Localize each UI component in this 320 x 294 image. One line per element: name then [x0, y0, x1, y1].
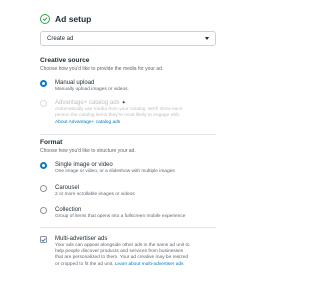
about-advantage-catalog-link[interactable]: About Advantage+ catalog ads: [55, 119, 182, 126]
option-collection[interactable]: Collection Group of items that opens int…: [40, 206, 185, 220]
divider: [40, 134, 216, 135]
select-value: Create ad: [47, 35, 74, 42]
caret-down-icon: [205, 37, 209, 40]
option-desc: 2 or more scrollable images or videos: [55, 192, 135, 197]
option-label: Collection: [55, 207, 82, 213]
option-advantage-catalog: Advantage+ catalog ads ✦ Automatically us…: [40, 99, 182, 126]
radio-single-image-video[interactable]: [40, 162, 47, 169]
option-desc-line4: or cropped to fit the ad unit.: [55, 262, 114, 267]
option-label: Carousel: [55, 185, 80, 191]
radio-collection[interactable]: [40, 207, 47, 214]
radio-carousel[interactable]: [40, 185, 47, 192]
option-desc: Group of items that opens into a fullscr…: [55, 214, 186, 219]
format-title: Format: [40, 139, 63, 146]
option-carousel[interactable]: Carousel 2 or more scrollable images or …: [40, 184, 135, 198]
check-circle-icon: [40, 14, 50, 24]
creative-source-subtitle: Choose how you'd like to provide the med…: [40, 66, 164, 72]
creative-source-title: Creative source: [40, 57, 90, 64]
divider: [40, 227, 216, 228]
option-manual-upload[interactable]: Manual upload Manually upload images or …: [40, 79, 129, 93]
option-label: Advantage+ catalog ads: [55, 100, 120, 106]
radio-manual-upload[interactable]: [40, 80, 47, 87]
option-label: Single image or video: [55, 162, 113, 168]
option-label: Multi-advertiser ads: [55, 236, 108, 242]
option-desc: Manually upload images or videos.: [55, 87, 129, 92]
ad-setup-header: Ad setup: [40, 14, 91, 24]
option-single-image-video[interactable]: Single image or video One image or video…: [40, 161, 175, 175]
ad-setup-select[interactable]: Create ad: [40, 31, 216, 46]
checkbox-multi-advertiser[interactable]: [40, 236, 47, 243]
section-title-ad-setup: Ad setup: [55, 14, 92, 24]
radio-advantage-catalog: [40, 100, 47, 107]
magic-wand-icon: ✦: [121, 100, 126, 106]
format-subtitle: Choose how you'd like to structure your …: [40, 148, 136, 154]
option-label: Manual upload: [55, 80, 95, 86]
learn-multi-advertiser-link[interactable]: Learn about multi-advertiser ads: [115, 262, 184, 267]
multi-advertiser-ads-option[interactable]: Multi-advertiser ads Your ads can appear…: [40, 235, 190, 268]
option-desc: One image or video, or a slideshow with …: [55, 169, 175, 174]
